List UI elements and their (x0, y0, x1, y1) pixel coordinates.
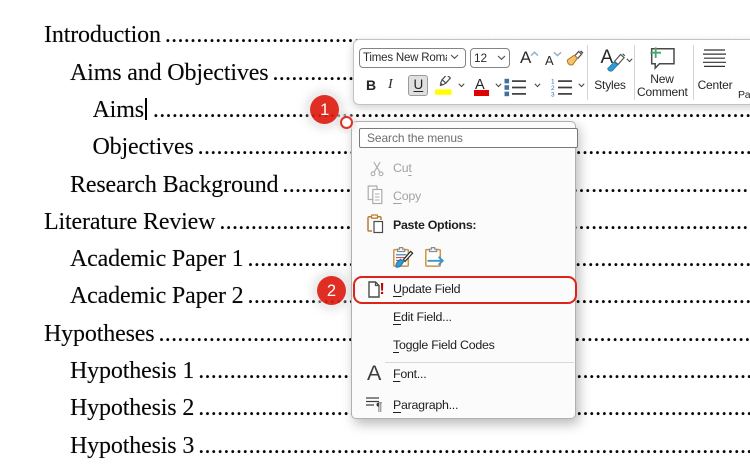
svg-text:¶: ¶ (376, 400, 382, 412)
svg-text:3: 3 (551, 91, 555, 97)
